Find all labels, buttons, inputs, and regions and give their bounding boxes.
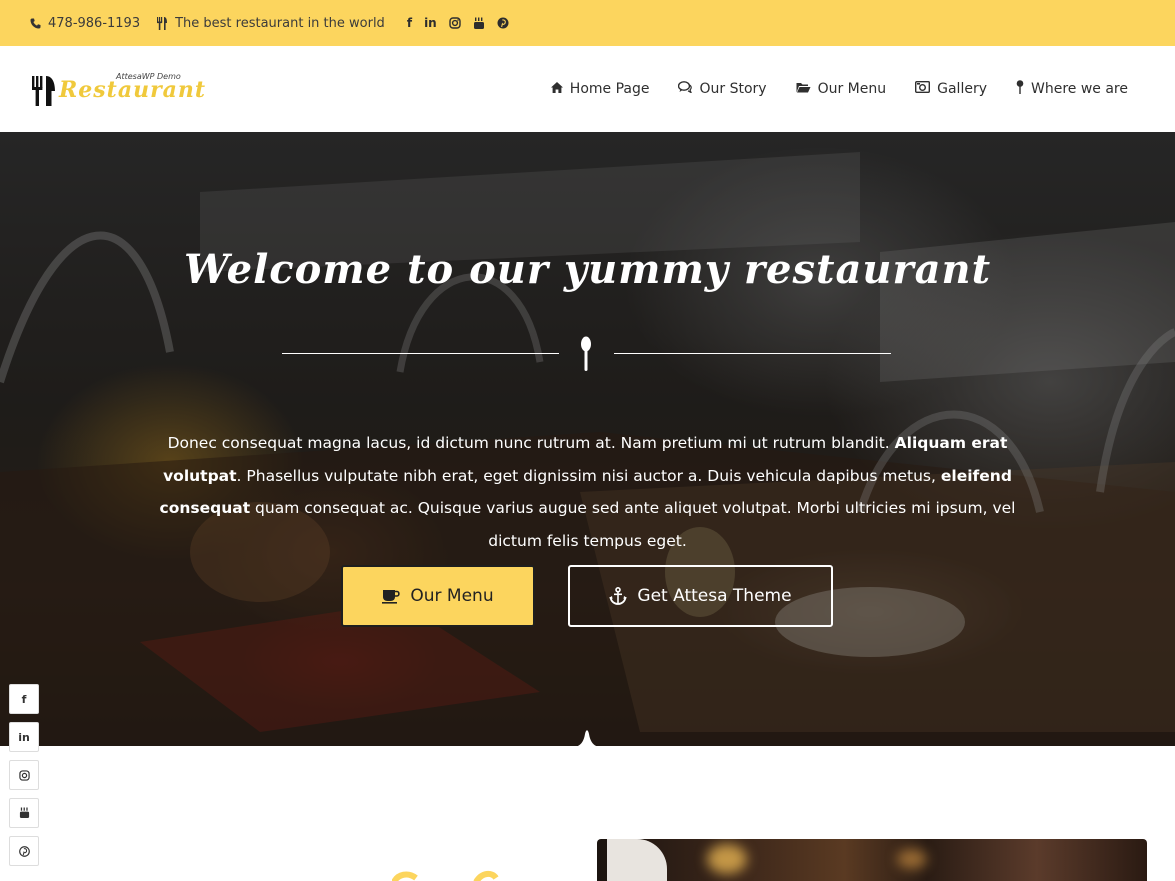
get-attesa-theme-button[interactable]: Get Attesa Theme [568, 565, 833, 627]
nav-label-gallery: Gallery [937, 80, 987, 97]
comments-icon [678, 81, 693, 96]
site-logo[interactable]: AttesaWP Demo Restaurant [32, 72, 205, 110]
tagline-text: The best restaurant in the world [175, 15, 385, 31]
map-pin-icon [1016, 80, 1024, 97]
cutlery-icon [156, 16, 168, 30]
our-menu-button-label: Our Menu [410, 586, 494, 606]
sidebar-instagram-icon[interactable] [9, 760, 39, 790]
cutlery-logo-icon [32, 76, 56, 110]
tagline-info: The best restaurant in the world [156, 16, 385, 31]
camera-icon [915, 80, 931, 96]
hero-text-3: quam consequat ac. Quisque varius augue … [250, 499, 1016, 550]
sidebar-facebook-icon[interactable]: f [9, 684, 39, 714]
nav-item-home[interactable]: Home Page [550, 80, 650, 97]
youtube-icon[interactable] [473, 17, 485, 30]
instagram-icon[interactable] [449, 17, 461, 29]
logo-brand: Restaurant [59, 77, 207, 103]
main-nav: Home Page Our Story Our Menu Gallery Whe… [522, 80, 1128, 97]
light-glow-secondary [897, 849, 927, 869]
get-attesa-theme-button-label: Get Attesa Theme [637, 586, 792, 606]
nav-label-where-we-are: Where we are [1031, 80, 1128, 97]
phone-icon [30, 18, 41, 29]
hero-text-2: . Phasellus vulputate nibh erat, eget di… [236, 466, 941, 485]
nav-item-gallery[interactable]: Gallery [915, 80, 987, 97]
nav-label-our-menu: Our Menu [817, 80, 887, 97]
chef-apron-shape [607, 839, 667, 881]
sidebar-youtube-icon[interactable] [9, 798, 39, 828]
hero-section: Welcome to our yummy restaurant Donec co… [0, 132, 1175, 746]
nav-item-our-story[interactable]: Our Story [678, 80, 767, 97]
hero-title: Welcome to our yummy restaurant [183, 246, 992, 293]
folder-open-icon [796, 82, 811, 96]
floating-social-bar: f in [9, 684, 39, 874]
phone-number: 478-986-1193 [48, 15, 141, 31]
linkedin-icon[interactable]: in [424, 16, 437, 30]
site-header: AttesaWP Demo Restaurant Home Page Our S… [0, 46, 1175, 132]
hero-text-1: Donec consequat magna lacus, id dictum n… [167, 434, 895, 452]
anchor-icon [609, 587, 628, 605]
coffee-cup-icon [382, 589, 401, 604]
topbar-social: f in [407, 16, 521, 30]
nav-item-our-menu[interactable]: Our Menu [796, 80, 887, 97]
nav-item-where-we-are[interactable]: Where we are [1016, 80, 1128, 97]
phone-info: 478-986-1193 [30, 16, 140, 31]
nav-label-our-story: Our Story [699, 80, 767, 97]
restaurant-photo [597, 839, 1147, 881]
hero-description: Donec consequat magna lacus, id dictum n… [150, 427, 1025, 557]
nav-label-home: Home Page [569, 80, 650, 97]
sidebar-pinterest-icon[interactable] [9, 836, 39, 866]
top-bar: 478-986-1193 The best restaurant in the … [0, 0, 1175, 46]
facebook-icon[interactable]: f [407, 16, 412, 30]
pinterest-icon[interactable] [497, 17, 509, 29]
sidebar-linkedin-icon[interactable]: in [9, 722, 39, 752]
decorative-heading-fragment [392, 870, 499, 881]
divider-left [282, 353, 559, 354]
hero-bottom-notch [577, 730, 597, 746]
our-menu-button[interactable]: Our Menu [341, 565, 535, 627]
light-glow [707, 844, 747, 874]
divider-right [614, 353, 891, 354]
spoon-icon [578, 336, 594, 376]
home-icon [550, 81, 563, 96]
